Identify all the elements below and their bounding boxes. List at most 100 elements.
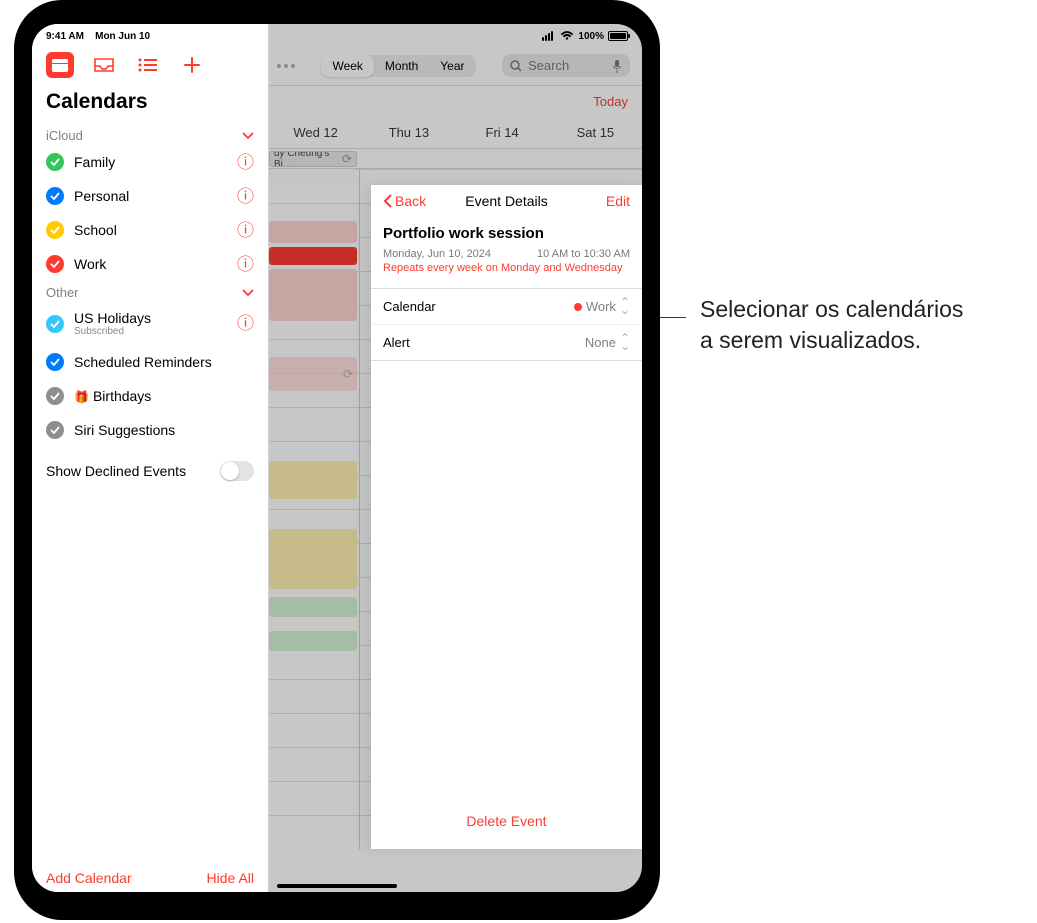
calendar-row-us-holidays[interactable]: US Holidays Subscribed ⓘ [32,302,268,345]
status-time: 9:41 AM [46,31,84,42]
chevron-down-icon [242,132,254,140]
updown-icon: ⌃⌄ [620,335,630,349]
grid-col-sep [359,169,360,849]
home-indicator[interactable] [277,884,397,888]
detail-section: Calendar Work ⌃⌄ Alert None ⌃⌄ [371,288,642,361]
delete-event-button[interactable]: Delete Event [371,793,642,849]
detail-body: Portfolio work session Monday, Jun 10, 2… [371,217,642,288]
event-block[interactable] [269,221,357,243]
calendar-row-school[interactable]: School ⓘ [32,213,268,247]
calendar-label: Scheduled Reminders [74,354,212,370]
today-button[interactable]: Today [269,86,642,117]
section-header-icloud[interactable]: iCloud [32,124,268,145]
event-date: Monday, Jun 10, 2024 [383,248,491,260]
segment-year[interactable]: Year [429,55,475,77]
event-block[interactable] [269,529,357,589]
repeat-icon: ⟳ [343,367,353,381]
info-icon[interactable]: ⓘ [237,222,254,239]
drag-handle-icon[interactable] [277,64,295,68]
add-calendar-button[interactable]: Add Calendar [46,870,132,886]
status-right: 100% [542,31,628,42]
main-toolbar: Week Month Year Search [269,46,642,86]
main-area: Week Month Year Search Today Wed 12 Thu … [269,24,642,892]
show-declined-row: Show Declined Events [32,447,268,495]
event-block[interactable] [269,461,357,499]
calendar-assign-row[interactable]: Calendar Work ⌃⌄ [371,289,642,324]
segment-week[interactable]: Week [321,55,373,77]
show-declined-toggle[interactable] [220,461,254,481]
event-block[interactable]: ⟳ [269,357,357,391]
calendar-row-siri[interactable]: Siri Suggestions [32,413,268,447]
detail-header: Back Event Details Edit [371,185,642,217]
repeat-icon: ⟳ [342,152,352,166]
event-block[interactable] [269,169,357,187]
calendar-row-personal[interactable]: Personal ⓘ [32,179,268,213]
calendar-label: Personal [74,188,129,204]
sidebar-title: Calendars [32,84,268,124]
edit-button[interactable]: Edit [606,193,630,209]
sidebar: Calendars iCloud Family ⓘ Personal ⓘ Sc [32,24,269,892]
search-icon [510,60,522,72]
row-value: None ⌃⌄ [585,335,630,350]
event-block[interactable] [269,247,357,265]
info-icon[interactable]: ⓘ [237,315,254,332]
calendar-icon[interactable] [46,52,74,78]
status-bar: 9:41 AM Mon Jun 10 100% [32,24,642,46]
alert-row[interactable]: Alert None ⌃⌄ [371,324,642,360]
checkmark-icon [46,353,64,371]
checkmark-icon [46,421,64,439]
signal-icon [542,31,553,41]
calendar-label-col: US Holidays Subscribed [74,310,151,337]
search-input[interactable]: Search [502,54,630,77]
event-chip[interactable]: dy Cheung's Bi… ⟳ [269,151,357,167]
inbox-icon[interactable] [90,52,118,78]
dot-icon [574,303,582,311]
add-icon[interactable] [178,52,206,78]
sidebar-toolbar [32,46,268,84]
battery-percent: 100% [578,31,604,42]
week-header: Wed 12 Thu 13 Fri 14 Sat 15 [269,117,642,149]
day-header[interactable]: Sat 15 [549,117,642,148]
section-label: Other [46,285,79,300]
calendar-label: Family [74,154,115,170]
event-block[interactable] [269,269,357,321]
calendar-row-reminders[interactable]: Scheduled Reminders [32,345,268,379]
search-placeholder: Search [528,58,569,73]
chevron-down-icon [242,289,254,297]
callout-line2: a serem visualizados. [700,327,921,353]
back-button[interactable]: Back [383,193,426,209]
view-segmented-control[interactable]: Week Month Year [321,55,475,77]
day-header[interactable]: Fri 14 [456,117,549,148]
info-icon[interactable]: ⓘ [237,188,254,205]
info-icon[interactable]: ⓘ [237,256,254,273]
updown-icon: ⌃⌄ [620,299,630,313]
callout-text: Selecionar os calendários a serem visual… [700,294,963,356]
calendar-row-work[interactable]: Work ⓘ [32,247,268,281]
mic-icon[interactable] [612,59,622,73]
event-block[interactable] [269,597,357,617]
day-header[interactable]: Wed 12 [269,117,362,148]
calendar-label: US Holidays [74,310,151,326]
event-details-panel: Back Event Details Edit Portfolio work s… [371,185,642,849]
sidebar-footer: Add Calendar Hide All [32,856,268,892]
callout-line1: Selecionar os calendários [700,296,963,322]
event-repeats: Repeats every week on Monday and Wednesd… [383,260,630,284]
calendar-label: Siri Suggestions [74,422,175,438]
section-label: iCloud [46,128,83,143]
calendar-row-birthdays[interactable]: 🎁Birthdays [32,379,268,413]
segment-month[interactable]: Month [374,55,429,77]
hide-all-button[interactable]: Hide All [207,870,254,886]
checkmark-icon [46,187,64,205]
event-block[interactable] [269,631,357,651]
info-icon[interactable]: ⓘ [237,154,254,171]
list-icon[interactable] [134,52,162,78]
screen: 9:41 AM Mon Jun 10 100% [32,24,642,892]
calendar-row-family[interactable]: Family ⓘ [32,145,268,179]
status-left: 9:41 AM Mon Jun 10 [46,31,150,42]
day-header[interactable]: Thu 13 [362,117,455,148]
show-declined-label: Show Declined Events [46,463,186,479]
calendar-label: School [74,222,117,238]
section-header-other[interactable]: Other [32,281,268,302]
event-datetime: Monday, Jun 10, 2024 10 AM to 10:30 AM [383,242,630,260]
calendar-grid[interactable]: ⟳ Back Event Details Edit [269,169,642,849]
